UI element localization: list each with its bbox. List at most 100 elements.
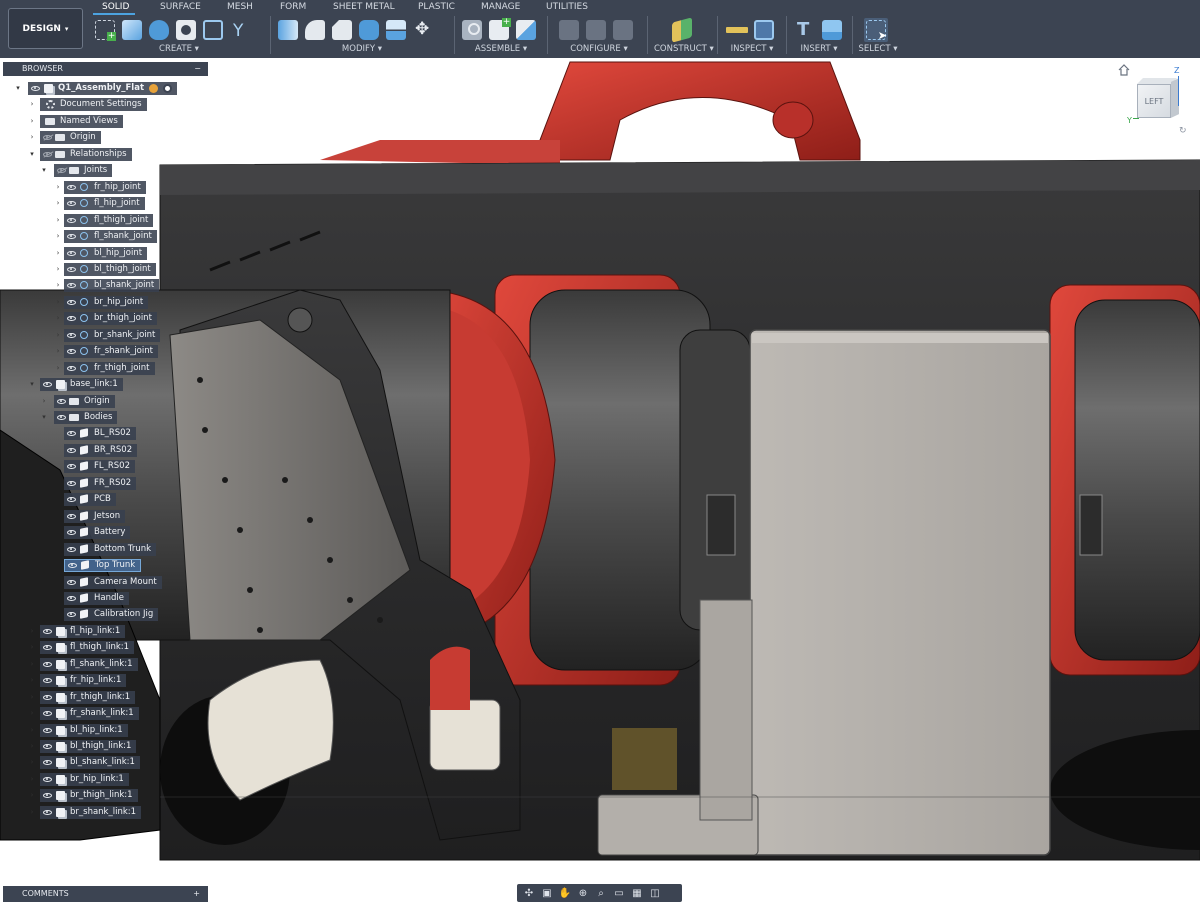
visibility-icon[interactable] bbox=[64, 576, 78, 589]
chevron-right-icon[interactable]: › bbox=[28, 742, 36, 750]
visibility-icon[interactable] bbox=[64, 493, 78, 506]
browser-item-node[interactable]: fr_hip_joint bbox=[64, 180, 146, 194]
browser-item[interactable]: br_hip_link:1 bbox=[40, 772, 129, 786]
fit-icon[interactable]: ⌕ bbox=[594, 887, 608, 899]
visibility-icon[interactable] bbox=[64, 214, 78, 227]
browser-item-node[interactable]: br_shank_link:1 bbox=[40, 805, 142, 819]
browser-item-node[interactable]: Bottom Trunk bbox=[64, 542, 157, 556]
browser-item-node[interactable]: Top Trunk bbox=[64, 558, 142, 572]
grid-icon[interactable]: ▦ bbox=[630, 887, 644, 899]
tab-form[interactable]: FORM bbox=[280, 2, 306, 12]
browser-item-node[interactable]: fr_shank_link:1 bbox=[40, 706, 139, 720]
visibility-icon[interactable] bbox=[64, 263, 78, 276]
browser-item-node[interactable]: fl_hip_link:1 bbox=[40, 624, 126, 638]
fork-icon[interactable]: Y bbox=[228, 18, 252, 42]
visibility-icon[interactable] bbox=[54, 395, 68, 408]
browser-item[interactable]: Jetson bbox=[64, 509, 126, 523]
browser-item-node[interactable]: Q1_Assembly_Flat bbox=[28, 81, 178, 95]
visibility-icon[interactable] bbox=[64, 247, 78, 260]
chevron-right-icon[interactable]: › bbox=[54, 347, 62, 355]
new-component-icon[interactable]: + bbox=[93, 18, 117, 42]
as-built-joint-icon[interactable] bbox=[514, 18, 538, 42]
visibility-icon[interactable] bbox=[64, 543, 78, 556]
visibility-icon[interactable] bbox=[64, 197, 78, 210]
viewports-icon[interactable]: ◫ bbox=[648, 887, 662, 899]
visibility-icon[interactable] bbox=[64, 312, 78, 325]
browser-item[interactable]: bl_shank_link:1 bbox=[40, 755, 140, 769]
visibility-icon[interactable] bbox=[40, 691, 54, 704]
chevron-right-icon[interactable]: › bbox=[54, 216, 62, 224]
browser-item-node[interactable]: Calibration Jig bbox=[64, 607, 159, 621]
browser-item[interactable]: Handle bbox=[64, 591, 129, 605]
browser-item[interactable]: BR_RS02 bbox=[64, 443, 138, 457]
chevron-right-icon[interactable]: › bbox=[28, 117, 36, 125]
browser-item-node[interactable]: Battery bbox=[64, 525, 131, 539]
configure-theme-icon[interactable] bbox=[611, 18, 635, 42]
add-comment-button[interactable]: + bbox=[193, 886, 200, 902]
browser-item[interactable]: bl_hip_link:1 bbox=[40, 723, 128, 737]
visibility-icon[interactable] bbox=[40, 740, 54, 753]
visibility-icon[interactable] bbox=[40, 625, 54, 638]
browser-item[interactable]: br_hip_joint bbox=[64, 295, 149, 309]
chevron-right-icon[interactable]: › bbox=[54, 281, 62, 289]
browser-item[interactable]: Relationships bbox=[40, 147, 132, 161]
visibility-icon[interactable] bbox=[64, 345, 78, 358]
insert-menu[interactable]: INSERT ▾ bbox=[791, 44, 847, 54]
visibility-icon[interactable] bbox=[40, 658, 54, 671]
browser-item-node[interactable]: Jetson bbox=[64, 509, 126, 523]
chevron-right-icon[interactable]: › bbox=[28, 676, 36, 684]
browser-item[interactable]: Joints bbox=[54, 163, 113, 177]
browser-item-node[interactable]: br_thigh_link:1 bbox=[40, 788, 138, 802]
visibility-icon[interactable] bbox=[64, 362, 78, 375]
model-canvas[interactable] bbox=[0, 58, 1200, 880]
tab-utilities[interactable]: UTILITIES bbox=[546, 2, 588, 12]
select-menu[interactable]: SELECT ▾ bbox=[856, 44, 900, 54]
browser-collapse-button[interactable]: − bbox=[194, 62, 201, 76]
chevron-down-icon[interactable]: ▾ bbox=[14, 84, 22, 92]
inspect-menu[interactable]: INSPECT ▾ bbox=[723, 44, 781, 54]
chevron-right-icon[interactable]: › bbox=[28, 643, 36, 651]
move-icon[interactable]: ✥ bbox=[411, 18, 435, 42]
browser-item[interactable]: fl_hip_joint bbox=[64, 196, 145, 210]
visibility-icon[interactable] bbox=[40, 641, 54, 654]
hole-icon[interactable] bbox=[174, 18, 198, 42]
browser-item[interactable]: Calibration Jig bbox=[64, 607, 159, 621]
zoom-icon[interactable]: ⊕ bbox=[576, 887, 590, 899]
tab-plastic[interactable]: PLASTIC bbox=[418, 2, 455, 12]
visibility-icon[interactable] bbox=[64, 329, 78, 342]
browser-item-node[interactable]: br_shank_joint bbox=[64, 328, 161, 342]
tab-mesh[interactable]: MESH bbox=[227, 2, 253, 12]
visibility-icon[interactable] bbox=[64, 592, 78, 605]
chevron-right-icon[interactable]: › bbox=[28, 726, 36, 734]
shell-icon[interactable] bbox=[357, 18, 381, 42]
insert-image-icon[interactable] bbox=[820, 18, 844, 42]
chevron-right-icon[interactable]: › bbox=[28, 791, 36, 799]
visibility-icon[interactable] bbox=[54, 411, 68, 424]
visibility-icon[interactable] bbox=[40, 707, 54, 720]
visibility-icon[interactable] bbox=[64, 526, 78, 539]
visibility-icon[interactable] bbox=[40, 773, 54, 786]
visibility-icon[interactable] bbox=[40, 789, 54, 802]
window-select-icon[interactable]: ➤ bbox=[864, 18, 888, 42]
chevron-right-icon[interactable]: › bbox=[54, 249, 62, 257]
browser-item-node[interactable]: BL_RS02 bbox=[64, 426, 136, 440]
browser-item-node[interactable]: bl_thigh_joint bbox=[64, 262, 156, 276]
activate-component-icon[interactable] bbox=[149, 83, 159, 93]
display-settings-icon[interactable]: ▭ bbox=[612, 887, 626, 899]
browser-item-node[interactable]: Named Views bbox=[40, 114, 123, 128]
browser-item-node[interactable]: bl_hip_joint bbox=[64, 246, 148, 260]
browser-item-node[interactable]: bl_shank_joint bbox=[64, 278, 160, 292]
comments-panel[interactable]: COMMENTS + bbox=[3, 886, 208, 902]
extrude-icon[interactable] bbox=[120, 18, 144, 42]
browser-item[interactable]: Camera Mount bbox=[64, 575, 162, 589]
browser-item[interactable]: BL_RS02 bbox=[64, 426, 136, 440]
visibility-off-icon[interactable] bbox=[40, 148, 54, 161]
pan-icon[interactable]: ✋ bbox=[558, 887, 572, 899]
chevron-right-icon[interactable]: › bbox=[54, 314, 62, 322]
browser-item[interactable]: br_shank_joint bbox=[64, 328, 161, 342]
browser-item-node[interactable]: fl_thigh_joint bbox=[64, 213, 154, 227]
visibility-icon[interactable] bbox=[64, 427, 78, 440]
joint-icon[interactable] bbox=[460, 18, 484, 42]
chevron-right-icon[interactable]: › bbox=[28, 775, 36, 783]
browser-item[interactable]: FR_RS02 bbox=[64, 476, 137, 490]
